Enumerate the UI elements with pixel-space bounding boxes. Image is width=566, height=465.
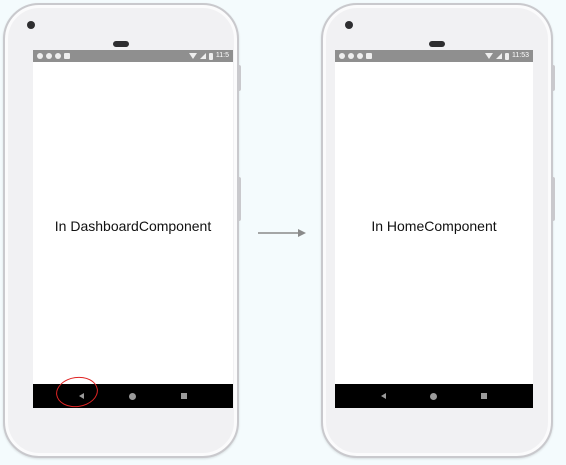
app-icon — [348, 53, 354, 59]
navigation-bar — [335, 384, 533, 408]
signal-icon — [496, 53, 502, 59]
home-circle-icon[interactable] — [430, 392, 437, 400]
app-icon — [46, 53, 52, 59]
sync-icon — [357, 53, 363, 59]
phone-left: 11:5 In DashboardComponent — [3, 3, 241, 458]
arrow-right-icon — [258, 229, 306, 237]
status-bar: 11:53 — [335, 50, 533, 62]
component-label: In DashboardComponent — [54, 218, 212, 234]
front-camera — [27, 21, 35, 29]
status-clock: 11:5 — [215, 52, 229, 59]
power-button — [238, 177, 241, 221]
phone-screen: 11:53 In HomeComponent — [335, 50, 533, 408]
back-triangle-icon[interactable] — [381, 393, 386, 399]
volume-button — [238, 65, 241, 91]
battery-icon — [505, 52, 509, 60]
sd-card-icon — [64, 53, 70, 59]
status-bar: 11:5 — [33, 50, 233, 62]
wifi-icon — [485, 53, 493, 59]
wifi-icon — [188, 53, 197, 59]
front-camera — [345, 21, 353, 29]
recents-square-icon[interactable] — [180, 393, 187, 399]
earpiece-speaker — [113, 41, 129, 47]
home-circle-icon[interactable] — [128, 392, 136, 400]
battery-icon — [208, 52, 213, 60]
power-button — [552, 177, 555, 221]
sync-icon — [55, 53, 61, 59]
phone-right: 11:53 In HomeComponent — [321, 3, 555, 458]
phone-screen: 11:5 In DashboardComponent — [33, 50, 233, 408]
volume-button — [552, 65, 555, 91]
component-label: In HomeComponent — [371, 218, 497, 234]
recents-square-icon[interactable] — [481, 393, 487, 399]
settings-icon — [339, 53, 345, 59]
earpiece-speaker — [429, 41, 445, 47]
signal-icon — [199, 53, 206, 59]
settings-icon — [37, 53, 43, 59]
sd-card-icon — [366, 53, 372, 59]
status-clock: 11:53 — [512, 52, 529, 59]
